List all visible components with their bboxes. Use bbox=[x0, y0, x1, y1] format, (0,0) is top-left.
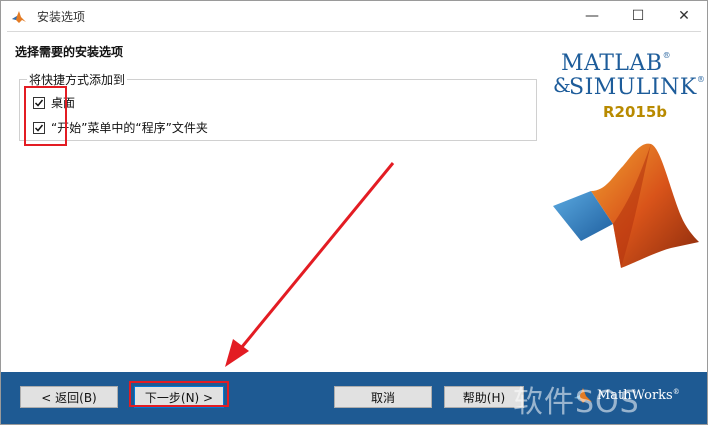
title-bar: 安装选项 — ☐ ✕ bbox=[1, 1, 707, 31]
matlab-logo-icon bbox=[12, 11, 26, 23]
title-divider bbox=[7, 31, 701, 32]
maximize-icon: ☐ bbox=[631, 8, 645, 24]
minimize-button[interactable]: — bbox=[569, 1, 615, 31]
installer-window: 安装选项 — ☐ ✕ 选择需要的安装选项 将快捷方式添加到 桌面 “开始”菜单中… bbox=[0, 0, 708, 425]
window-controls: — ☐ ✕ bbox=[569, 1, 707, 31]
product-logo: MATLAB® & SIMULINK® R2015b bbox=[541, 41, 707, 281]
logo-registered-mark-2: ® bbox=[696, 75, 706, 84]
minimize-icon: — bbox=[585, 8, 599, 24]
start-menu-label: “开始”菜单中的“程序”文件夹 bbox=[51, 121, 208, 135]
mathworks-registered-mark: ® bbox=[672, 387, 680, 396]
back-button[interactable]: < 返回(B) bbox=[20, 386, 118, 408]
window-title: 安装选项 bbox=[37, 10, 86, 24]
close-icon: ✕ bbox=[678, 8, 690, 24]
help-button[interactable]: 帮助(H) bbox=[444, 386, 524, 408]
close-button[interactable]: ✕ bbox=[661, 1, 707, 31]
release-label: R2015b bbox=[603, 103, 668, 121]
page-heading: 选择需要的安装选项 bbox=[15, 45, 124, 59]
logo-simulink-text: SIMULINK® bbox=[569, 75, 705, 100]
annotation-box-next bbox=[129, 381, 229, 407]
logo-line2: SIMULINK bbox=[569, 75, 697, 100]
annotation-box-checkboxes bbox=[24, 86, 67, 146]
cancel-button[interactable]: 取消 bbox=[334, 386, 432, 408]
maximize-button[interactable]: ☐ bbox=[615, 1, 661, 31]
logo-matlab-text: MATLAB® bbox=[561, 51, 671, 76]
logo-registered-mark: ® bbox=[662, 51, 672, 60]
membrane-logo-icon bbox=[553, 143, 699, 268]
watermark-text: 软件SOS bbox=[513, 385, 640, 420]
logo-line1: MATLAB bbox=[561, 51, 663, 76]
